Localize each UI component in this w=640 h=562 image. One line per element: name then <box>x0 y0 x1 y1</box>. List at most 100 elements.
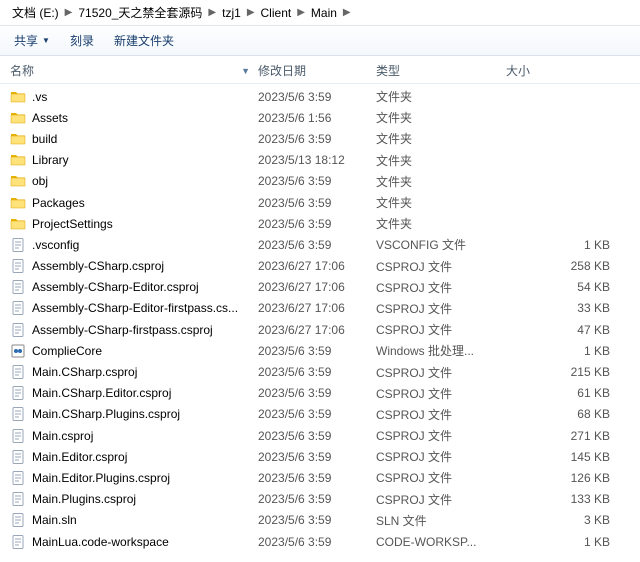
table-row[interactable]: Assembly-CSharp-Editor-firstpass.cs... 20… <box>0 298 640 319</box>
chevron-right-icon[interactable]: ▶ <box>295 7 307 18</box>
cell-date: 2023/6/27 17:06 <box>258 301 376 315</box>
cell-date: 2023/5/6 3:59 <box>258 386 376 400</box>
file-name: Library <box>32 153 69 167</box>
chevron-right-icon[interactable]: ▶ <box>245 7 257 18</box>
crumb-3[interactable]: Client <box>257 6 296 20</box>
table-row[interactable]: Assets2023/5/6 1:56文件夹 <box>0 107 640 128</box>
cell-date: 2023/5/6 3:59 <box>258 471 376 485</box>
cell-type: CSPROJ 文件 <box>376 321 506 338</box>
table-row[interactable]: Assembly-CSharp-Editor.csproj 2023/6/27 1… <box>0 277 640 298</box>
cell-size: 133 KB <box>506 492 630 506</box>
cell-type: CSPROJ 文件 <box>376 491 506 508</box>
table-row[interactable]: ProjectSettings2023/5/6 3:59文件夹 <box>0 213 640 234</box>
crumb-4[interactable]: Main <box>307 6 341 20</box>
cell-name: Main.sln <box>10 512 258 528</box>
table-row[interactable]: Main.Editor.Plugins.csproj2023/5/6 3:59C… <box>0 467 640 488</box>
crumb-1[interactable]: 71520_天之禁全套源码 <box>74 4 206 21</box>
breadcrumb[interactable]: 文档 (E:) ▶ 71520_天之禁全套源码 ▶ tzj1 ▶ Client … <box>0 0 640 26</box>
cell-name: Main.CSharp.Editor.csproj <box>10 385 258 401</box>
file-icon <box>10 428 26 444</box>
cell-date: 2023/5/6 3:59 <box>258 217 376 231</box>
share-button[interactable]: 共享 ▼ <box>14 32 50 49</box>
crumb-2[interactable]: tzj1 <box>218 6 245 20</box>
burn-button[interactable]: 刻录 <box>70 32 94 49</box>
file-name: Assembly-CSharp-Editor.csproj <box>32 280 199 294</box>
table-row[interactable]: Main.Plugins.csproj2023/5/6 3:59CSPROJ 文… <box>0 489 640 510</box>
file-icon <box>10 491 26 507</box>
file-icon <box>10 237 26 253</box>
cell-name: Main.CSharp.Plugins.csproj <box>10 406 258 422</box>
file-name: Assembly-CSharp.csproj <box>32 259 164 273</box>
table-row[interactable]: MainLua.code-workspace2023/5/6 3:59CODE-… <box>0 531 640 552</box>
table-row[interactable]: Library2023/5/13 18:12文件夹 <box>0 150 640 171</box>
file-name: Assembly-CSharp-firstpass.csproj <box>32 323 213 337</box>
table-row[interactable]: .vsconfig2023/5/6 3:59VSCONFIG 文件1 KB <box>0 234 640 255</box>
table-row[interactable]: Main.sln2023/5/6 3:59SLN 文件3 KB <box>0 510 640 531</box>
cell-type: CSPROJ 文件 <box>376 300 506 317</box>
file-name: Main.Editor.Plugins.csproj <box>32 471 170 485</box>
folder-icon <box>10 216 26 232</box>
table-row[interactable]: Packages2023/5/6 3:59文件夹 <box>0 192 640 213</box>
cell-type: CSPROJ 文件 <box>376 258 506 275</box>
folder-icon <box>10 110 26 126</box>
column-size[interactable]: 大小 <box>506 62 630 79</box>
cell-name: Main.Editor.Plugins.csproj <box>10 470 258 486</box>
chevron-right-icon[interactable]: ▶ <box>341 7 353 18</box>
cell-date: 2023/5/6 3:59 <box>258 407 376 421</box>
file-icon <box>10 534 26 550</box>
table-row[interactable]: Main.CSharp.csproj2023/5/6 3:59CSPROJ 文件… <box>0 361 640 382</box>
file-name: Assembly-CSharp-Editor-firstpass.cs... <box>32 301 238 315</box>
cell-name: build <box>10 131 258 147</box>
table-row[interactable]: Main.csproj2023/5/6 3:59CSPROJ 文件271 KB <box>0 425 640 446</box>
table-row[interactable]: .vs2023/5/6 3:59文件夹 <box>0 86 640 107</box>
table-row[interactable]: Assembly-CSharp.csproj2023/6/27 17:06CSP… <box>0 256 640 277</box>
crumb-0[interactable]: 文档 (E:) <box>8 4 63 21</box>
cell-name: Packages <box>10 195 258 211</box>
file-icon <box>10 385 26 401</box>
file-name: obj <box>32 174 48 188</box>
chevron-right-icon[interactable]: ▶ <box>63 7 75 18</box>
file-name: Main.csproj <box>32 429 93 443</box>
cell-size: 145 KB <box>506 450 630 464</box>
toolbar: 共享 ▼ 刻录 新建文件夹 <box>0 26 640 56</box>
chevron-right-icon[interactable]: ▶ <box>206 7 218 18</box>
table-row[interactable]: Main.CSharp.Editor.csproj2023/5/6 3:59CS… <box>0 383 640 404</box>
cell-date: 2023/6/27 17:06 <box>258 323 376 337</box>
cell-name: Main.Editor.csproj <box>10 449 258 465</box>
folder-icon <box>10 152 26 168</box>
column-name[interactable]: 名称 ▼ <box>10 62 258 79</box>
cell-size: 3 KB <box>506 513 630 527</box>
column-date[interactable]: 修改日期 <box>258 62 376 79</box>
folder-icon <box>10 131 26 147</box>
cell-name: Main.CSharp.csproj <box>10 364 258 380</box>
cell-date: 2023/5/6 3:59 <box>258 535 376 549</box>
file-name: ComplieCore <box>32 344 102 358</box>
column-headers: 名称 ▼ 修改日期 类型 大小 <box>0 56 640 84</box>
folder-icon <box>10 173 26 189</box>
folder-icon <box>10 89 26 105</box>
cell-date: 2023/6/27 17:06 <box>258 280 376 294</box>
table-row[interactable]: ComplieCore2023/5/6 3:59Windows 批处理...1 … <box>0 340 640 361</box>
file-name: Assets <box>32 111 68 125</box>
file-icon <box>10 300 26 316</box>
column-type[interactable]: 类型 <box>376 62 506 79</box>
cell-date: 2023/5/6 3:59 <box>258 513 376 527</box>
cell-type: CSPROJ 文件 <box>376 385 506 402</box>
cell-type: CSPROJ 文件 <box>376 427 506 444</box>
table-row[interactable]: Assembly-CSharp-firstpass.csproj 2023/6/2… <box>0 319 640 340</box>
cell-size: 68 KB <box>506 407 630 421</box>
cell-type: Windows 批处理... <box>376 342 506 359</box>
cell-type: CSPROJ 文件 <box>376 448 506 465</box>
table-row[interactable]: build2023/5/6 3:59文件夹 <box>0 128 640 149</box>
cell-type: CSPROJ 文件 <box>376 364 506 381</box>
cell-date: 2023/5/6 3:59 <box>258 344 376 358</box>
table-row[interactable]: Main.CSharp.Plugins.csproj2023/5/6 3:59C… <box>0 404 640 425</box>
cell-date: 2023/5/6 3:59 <box>258 174 376 188</box>
column-name-label: 名称 <box>10 62 34 79</box>
table-row[interactable]: Main.Editor.csproj2023/5/6 3:59CSPROJ 文件… <box>0 446 640 467</box>
cell-type: CODE-WORKSP... <box>376 535 506 549</box>
table-row[interactable]: obj2023/5/6 3:59文件夹 <box>0 171 640 192</box>
cell-size: 33 KB <box>506 301 630 315</box>
new-folder-button[interactable]: 新建文件夹 <box>114 32 174 49</box>
cell-size: 215 KB <box>506 365 630 379</box>
